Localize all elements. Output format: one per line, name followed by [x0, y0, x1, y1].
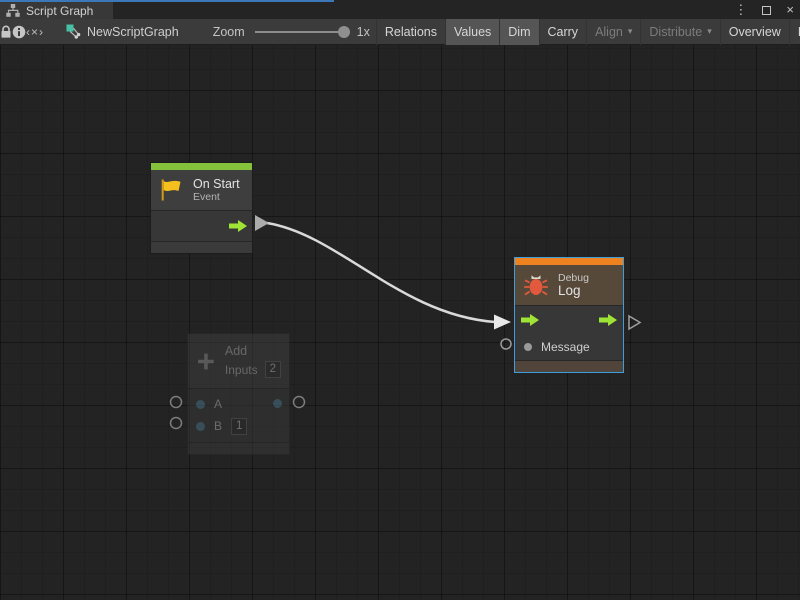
flag-icon: [159, 178, 184, 202]
zoom-control: Zoom 1x: [187, 25, 376, 39]
graph-canvas[interactable]: On Start Event Debug Log: [0, 45, 800, 600]
graph-name: NewScriptGraph: [87, 25, 179, 39]
value-output-port-icon[interactable]: [273, 399, 282, 408]
carry-label: Carry: [548, 25, 579, 39]
add-output-unconnected-circle[interactable]: [294, 397, 305, 408]
add-footer: [188, 443, 289, 454]
port-b-label: B: [214, 419, 222, 433]
debug-log-message-row: Message: [515, 334, 623, 360]
distribute-label: Distribute: [649, 25, 702, 39]
close-button[interactable]: ×: [786, 2, 794, 18]
port-b-value-field[interactable]: 1: [231, 418, 247, 435]
log-input-wire-arrowhead[interactable]: [494, 315, 511, 330]
flow-input-port-icon[interactable]: [521, 314, 539, 326]
on-start-accent-bar: [151, 163, 252, 170]
log-message-unconnected-circle[interactable]: [501, 339, 511, 349]
on-start-header: On Start Event: [151, 170, 252, 210]
overview-label: Overview: [729, 25, 781, 39]
node-on-start[interactable]: On Start Event: [150, 162, 253, 254]
wire-onstart-to-log[interactable]: [267, 223, 495, 322]
relations-label: Relations: [385, 25, 437, 39]
tab-strip: Script Graph ⋮ ×: [0, 0, 800, 19]
chevron-down-icon: ▾: [628, 26, 633, 37]
plus-icon: [196, 348, 216, 375]
debug-log-header: Debug Log: [515, 265, 623, 305]
add-header: Add Inputs 2: [188, 334, 289, 388]
align-label: Align: [595, 25, 623, 39]
debug-log-footer: [515, 361, 623, 372]
lock-icon: [0, 25, 12, 39]
tab-script-graph[interactable]: Script Graph: [0, 2, 113, 19]
carry-button[interactable]: Carry: [539, 19, 587, 45]
debug-log-accent-bar: [515, 258, 623, 265]
add-port-b-row: B 1: [188, 415, 289, 437]
distribute-button[interactable]: Distribute ▾: [640, 19, 719, 45]
info-button[interactable]: [12, 19, 26, 45]
debug-log-flow-row: [515, 306, 623, 334]
code-view-button[interactable]: ‹×›: [26, 19, 44, 45]
port-a-label: A: [214, 397, 222, 411]
message-port-label: Message: [541, 340, 590, 354]
zoom-label: Zoom: [213, 25, 245, 39]
dim-label: Dim: [508, 25, 530, 39]
on-start-subtitle: Event: [193, 191, 240, 203]
graph-asset-icon: [66, 24, 81, 39]
flow-output-port-icon[interactable]: [229, 220, 247, 232]
info-icon: [12, 25, 26, 39]
add-inputs-count-field[interactable]: 2: [265, 361, 281, 378]
value-port-b-icon[interactable]: [196, 422, 205, 431]
debug-log-body: Message: [515, 305, 623, 361]
onstart-output-connector-cap[interactable]: [255, 215, 269, 231]
zoom-value: 1x: [357, 25, 370, 39]
chevron-down-icon: ▾: [707, 26, 712, 37]
on-start-body: [151, 210, 252, 242]
message-port-icon[interactable]: [524, 343, 532, 351]
values-label: Values: [454, 25, 491, 39]
script-graph-window: { "window": { "tab_title": "Script Graph…: [0, 0, 800, 600]
tab-graph-icon: [6, 4, 20, 17]
lock-button[interactable]: [0, 19, 12, 45]
on-start-trigger-row: [151, 211, 252, 241]
tab-title: Script Graph: [26, 4, 93, 18]
value-port-a-icon[interactable]: [196, 400, 205, 409]
add-input-b-unconnected-circle[interactable]: [171, 418, 182, 429]
add-title: Add: [225, 344, 281, 358]
log-output-unconnected-triangle[interactable]: [629, 316, 640, 329]
graph-toolbar: ‹×› NewScriptGraph Zoom 1x Relations Val…: [0, 19, 800, 45]
code-icon: ‹×›: [26, 25, 44, 39]
debug-log-title: Log: [558, 284, 589, 298]
connections-overlay: [0, 45, 800, 600]
maximize-button[interactable]: [762, 6, 771, 15]
add-body: A B 1: [188, 388, 289, 443]
node-add[interactable]: Add Inputs 2 A B 1: [187, 333, 290, 455]
add-input-a-unconnected-circle[interactable]: [171, 397, 182, 408]
zoom-slider-handle[interactable]: [338, 26, 350, 38]
window-menu-button[interactable]: ⋮: [734, 2, 747, 18]
bug-icon: [523, 272, 549, 298]
overview-button[interactable]: Overview: [720, 19, 789, 45]
relations-button[interactable]: Relations: [376, 19, 445, 45]
flow-output-port-icon[interactable]: [599, 314, 617, 326]
align-button[interactable]: Align ▾: [586, 19, 640, 45]
on-start-footer: [151, 242, 252, 253]
fullscreen-button[interactable]: Full Screen: [789, 19, 800, 45]
dim-button[interactable]: Dim: [499, 19, 538, 45]
add-inputs-label: Inputs: [225, 363, 258, 377]
on-start-title: On Start: [193, 177, 240, 191]
window-controls: ⋮ ×: [734, 2, 794, 18]
graph-breadcrumb[interactable]: NewScriptGraph: [58, 19, 187, 45]
zoom-slider-track[interactable]: [255, 31, 350, 33]
node-debug-log[interactable]: Debug Log Message: [514, 257, 624, 373]
zoom-slider[interactable]: [255, 26, 350, 38]
add-port-a-row: A: [188, 393, 289, 415]
values-button[interactable]: Values: [445, 19, 499, 45]
